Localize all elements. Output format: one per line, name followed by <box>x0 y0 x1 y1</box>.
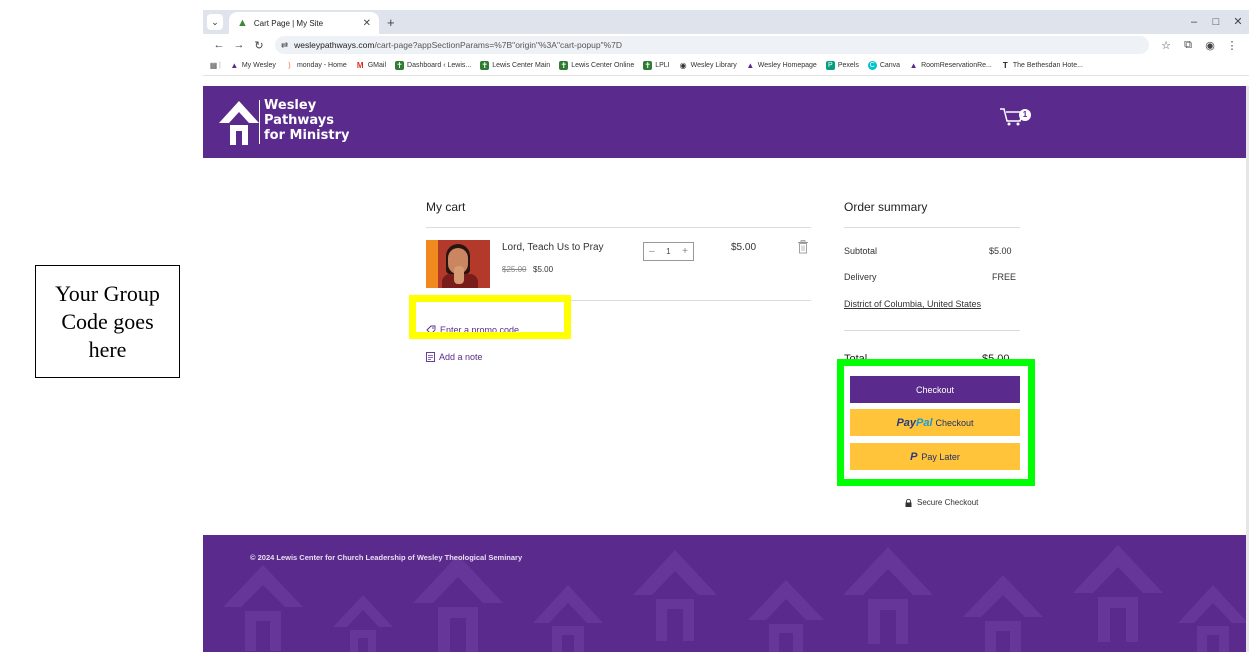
footer-copyright: © 2024 Lewis Center for Church Leadershi… <box>250 553 523 562</box>
bookmark-wesley-library[interactable]: ◉ Wesley Library <box>679 61 737 70</box>
divider <box>844 330 1020 331</box>
cart-heading: My cart <box>426 200 466 214</box>
order-summary-heading: Order summary <box>844 200 928 214</box>
lock-icon <box>905 498 912 507</box>
product-image[interactable] <box>426 240 490 288</box>
lewis-icon: ✝ <box>395 61 405 70</box>
checkout-buttons-highlight <box>837 359 1035 486</box>
line-total: $5.00 <box>731 242 757 253</box>
bookmark-wesley-homepage[interactable]: ▲ Wesley Homepage <box>746 61 816 70</box>
monday-icon: ⟩ <box>287 61 291 70</box>
globe-icon: ◉ <box>679 61 687 70</box>
url-path: /cart-page?appSectionParams=%7B"origin"%… <box>374 40 623 50</box>
minimize-icon[interactable]: – <box>1183 10 1205 34</box>
delivery-value: FREE <box>992 272 1017 282</box>
remove-item-icon[interactable] <box>797 240 809 254</box>
divider <box>426 227 811 228</box>
browser-window: ⌄ ▲ Cart Page | My Site ✕ + – □ ✕ ← → ↻ … <box>203 10 1249 652</box>
wesley-icon: ▲ <box>230 61 239 70</box>
bookmark-monday[interactable]: ⟩ monday - Home <box>285 61 347 70</box>
note-icon <box>426 352 435 362</box>
pexels-icon: P <box>825 61 835 70</box>
wesley-icon: ▲ <box>746 61 755 70</box>
canva-icon: C <box>867 61 877 70</box>
subtotal-value: $5.00 <box>989 246 1012 256</box>
promo-code-highlight <box>409 295 571 339</box>
bookmark-star-icon[interactable]: ☆ <box>1155 39 1177 52</box>
reload-icon[interactable]: ↻ <box>249 39 269 52</box>
divider <box>844 227 1020 228</box>
profile-icon[interactable]: ◉ <box>1199 39 1221 52</box>
window-controls: – □ ✕ <box>1183 10 1249 34</box>
lewis-icon: ✝ <box>643 61 653 70</box>
bookmark-bethesdan[interactable]: T The Bethesdan Hote... <box>1001 61 1083 70</box>
site-footer: © 2024 Lewis Center for Church Leadershi… <box>203 535 1246 652</box>
bookmark-lewis-main[interactable]: ✝ Lewis Center Main <box>480 61 550 70</box>
site-header: Wesley Pathways for Ministry 1 <box>203 86 1246 158</box>
bookmark-pexels[interactable]: P Pexels <box>825 61 859 70</box>
increase-quantity-button[interactable]: + <box>682 246 688 257</box>
secure-checkout-label: Secure Checkout <box>917 498 979 507</box>
logo-line-1: Wesley <box>264 98 317 113</box>
logo-line-2: Pathways <box>264 113 335 128</box>
bookmark-gmail[interactable]: M GMail <box>356 61 386 70</box>
subtotal-label: Subtotal <box>844 246 878 256</box>
delivery-location-link[interactable]: District of Columbia, United States <box>844 298 984 310</box>
tab-close-icon[interactable]: ✕ <box>363 18 371 29</box>
site-favicon-icon: ▲ <box>237 17 248 29</box>
gmail-icon: M <box>356 61 364 70</box>
url-host: wesleypathways.com <box>294 40 375 50</box>
annotation-note: Your Group Code goes here <box>35 265 180 378</box>
product-name[interactable]: Lord, Teach Us to Pray <box>502 242 604 253</box>
bookmark-canva[interactable]: C Canva <box>867 61 900 70</box>
site-info-icon[interactable]: ⇄ <box>281 40 288 51</box>
url-input[interactable]: ⇄ wesleypathways.com/cart-page?appSectio… <box>275 36 1149 54</box>
logo-line-3: for Ministry <box>264 128 350 143</box>
quantity-value[interactable]: 1 <box>666 247 670 256</box>
secure-checkout-note: Secure Checkout <box>905 498 978 507</box>
close-window-icon[interactable]: ✕ <box>1227 10 1249 34</box>
tab-search-icon[interactable]: ⌄ <box>207 14 223 30</box>
tab-cart-page[interactable]: ▲ Cart Page | My Site ✕ <box>229 12 379 34</box>
new-tab-icon[interactable]: + <box>387 15 395 30</box>
forward-icon[interactable]: → <box>229 39 249 51</box>
extensions-icon[interactable]: ⧉ <box>1177 39 1199 52</box>
tab-title: Cart Page | My Site <box>253 18 324 28</box>
back-icon[interactable]: ← <box>209 39 229 51</box>
cart-count-badge: 1 <box>1019 109 1031 121</box>
decrease-quantity-button[interactable]: – <box>649 246 655 257</box>
quantity-stepper: – 1 + <box>643 242 694 261</box>
bookmark-my-wesley[interactable]: ▲ My Wesley <box>230 61 276 70</box>
bookmark-lewis-online[interactable]: ✝ Lewis Center Online <box>559 61 634 70</box>
site-logo-text[interactable]: Wesley Pathways for Ministry <box>264 98 349 143</box>
add-note-link[interactable]: Add a note <box>426 352 483 362</box>
bookmarks-bar: ▦ | ▲ My Wesley ⟩ monday - Home M GMail ✝ Das… <box>203 56 1249 76</box>
logo-divider <box>259 100 260 144</box>
add-note-label: Add a note <box>439 352 483 362</box>
lewis-icon: ✝ <box>559 61 569 70</box>
lewis-icon: ✝ <box>480 61 490 70</box>
delivery-label: Delivery <box>844 272 877 282</box>
site-logo-icon[interactable] <box>217 99 261 147</box>
maximize-icon[interactable]: □ <box>1205 10 1227 34</box>
bookmark-room-reservation[interactable]: ▲ RoomReservationRe... <box>909 61 992 70</box>
annotation-note-text: Your Group Code goes here <box>55 280 160 362</box>
product-original-price: $25.00 <box>502 265 527 274</box>
bookmark-lpli[interactable]: ✝ LPLI <box>643 61 670 70</box>
bookmark-dashboard[interactable]: ✝ Dashboard ‹ Lewis... <box>395 61 471 70</box>
product-price: $5.00 <box>533 265 554 274</box>
apps-icon[interactable]: ▦ | <box>209 61 221 70</box>
menu-icon[interactable]: ⋮ <box>1221 39 1243 52</box>
tab-strip: ⌄ ▲ Cart Page | My Site ✕ + – □ ✕ <box>203 10 1249 34</box>
t-icon: T <box>1002 61 1008 70</box>
wesley-icon: ▲ <box>909 61 918 70</box>
address-bar: ← → ↻ ⇄ wesleypathways.com/cart-page?app… <box>203 34 1249 56</box>
